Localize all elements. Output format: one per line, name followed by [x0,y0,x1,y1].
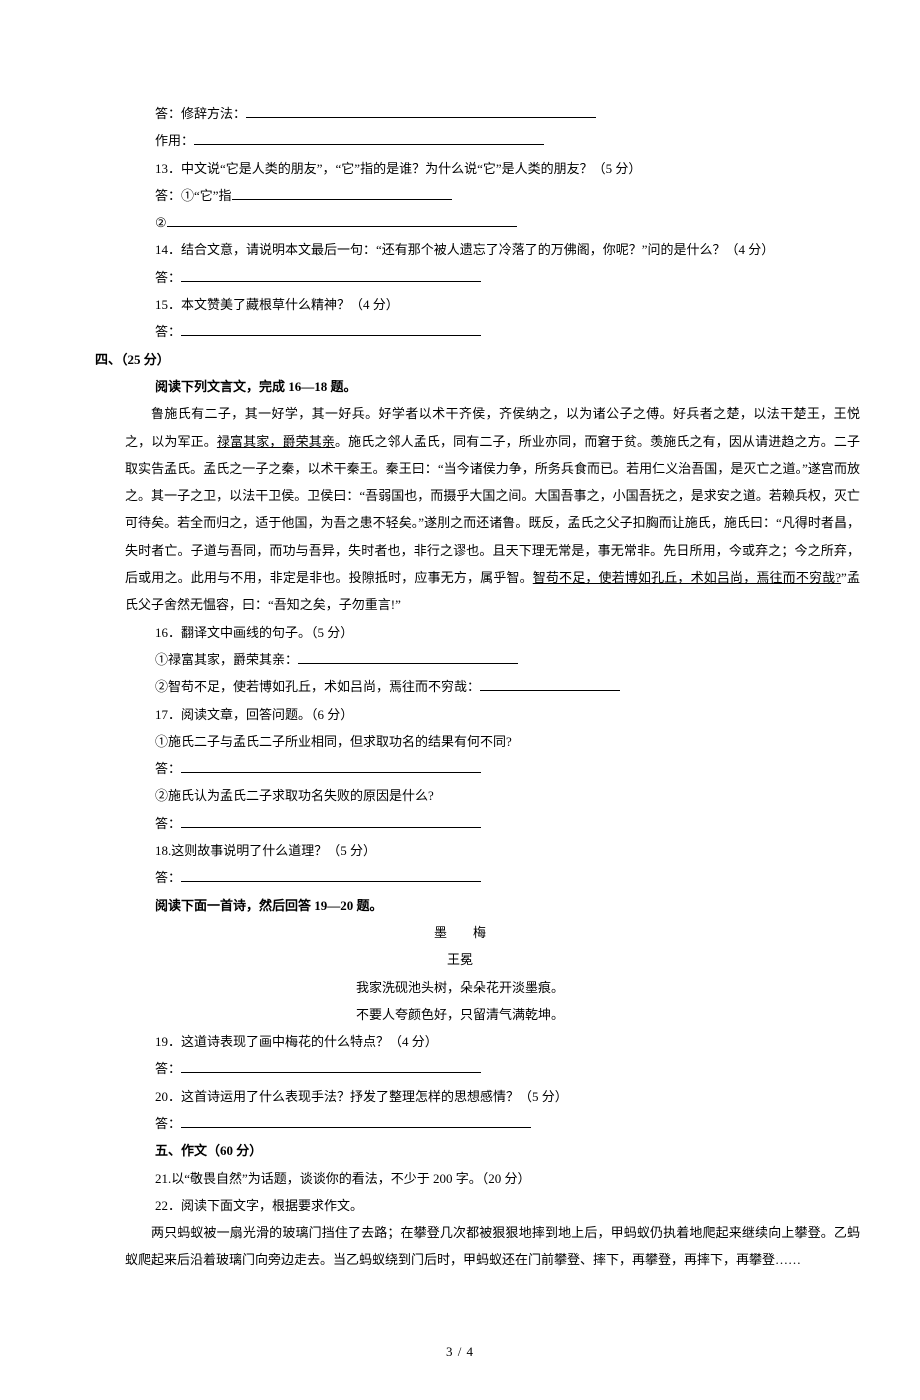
poem-title: 墨 梅 [60,919,860,946]
page-footer: 3 / 4 [60,1344,860,1360]
label: 答： [155,324,181,339]
blank-line [181,268,481,282]
poem-section-heading: 阅读下面一首诗，然后回答 19—20 题。 [60,892,860,919]
blank-line [181,759,481,773]
q17-answer-2: 答： [60,810,860,837]
q13-text: 13．中文说“它是人类的朋友”，“它”指的是谁？为什么说“它”是人类的朋友？（5… [60,155,860,182]
label: 答： [155,1116,181,1131]
q16-text: 16．翻译文中画线的句子。（5 分） [60,619,860,646]
document-page: 答：修辞方法： 作用： 13．中文说“它是人类的朋友”，“它”指的是谁？为什么说… [0,0,920,1400]
essay-prompt: 两只蚂蚁被一扇光滑的玻璃门挡住了去路；在攀登几次都被狠狠地摔到地上后，甲蚂蚁仍执… [60,1219,860,1274]
blank-line [181,1114,531,1128]
q15-text: 15．本文赞美了藏根草什么精神？（4 分） [60,291,860,318]
label: 作用： [155,133,194,148]
q22-text: 22．阅读下面文字，根据要求作文。 [60,1192,860,1219]
q20-text: 20．这首诗运用了什么表现手法？抒发了整理怎样的思想感情？（5 分） [60,1083,860,1110]
label: ①禄富其家，爵荣其亲： [155,652,298,667]
poem-author: 王冕 [60,946,860,973]
label: 答： [155,816,181,831]
q20-answer: 答： [60,1110,860,1137]
label: 答：①“它”指 [155,188,232,203]
blank-line [167,213,517,227]
q17-text: 17．阅读文章，回答问题。（6 分） [60,701,860,728]
q14-text: 14．结合文意，请说明本文最后一句：“还有那个被人遗忘了冷落了的万佛阁，你呢？”… [60,236,860,263]
underlined-2: 智苟不足，使若博如孔丘，术如吕尚，焉往而不穷哉? [533,570,841,585]
q17-sub2: ②施氏认为孟氏二子求取功名失败的原因是什么? [60,782,860,809]
q14-answer: 答： [60,264,860,291]
q18-answer: 答： [60,864,860,891]
q21-text: 21.以“敬畏自然”为话题，谈谈你的看法，不少于 200 字。（20 分） [60,1165,860,1192]
label: 答：修辞方法： [155,106,246,121]
q19-text: 19．这道诗表现了画中梅花的什么特点？（4 分） [60,1028,860,1055]
passage-part: 。施氏之邻人孟氏，同有二子，所业亦同，而窘于贫。羡施氏之有，因从请进趋之方。二子… [125,434,860,585]
q16-a1: ①禄富其家，爵荣其亲： [60,646,860,673]
blank-line [181,322,481,336]
label: 答： [155,870,181,885]
label: 答： [155,761,181,776]
blank-line [181,1059,481,1073]
underlined-1: 禄富其家，爵荣其亲 [217,434,335,449]
poem-line-2: 不要人夸颜色好，只留清气满乾坤。 [60,1001,860,1028]
q13-answer-1: 答：①“它”指 [60,182,860,209]
blank-line [232,186,452,200]
blank-line [298,650,518,664]
label: ② [155,215,167,230]
poem-line-1: 我家洗砚池头树，朵朵花开淡墨痕。 [60,974,860,1001]
section-4-subheading: 阅读下列文言文，完成 16—18 题。 [60,373,860,400]
blank-line [480,677,620,691]
q15-answer: 答： [60,318,860,345]
q12-answer-2: 作用： [60,127,860,154]
blank-line [181,868,481,882]
blank-line [246,104,596,118]
section-5-heading: 五、作文（60 分） [60,1137,860,1164]
classical-passage: 鲁施氏有二子，其一好学，其一好兵。好学者以术干齐侯，齐侯纳之，以为诸公子之傅。好… [60,400,860,618]
q17-sub1: ①施氏二子与孟氏二子所业相同，但求取功名的结果有何不同? [60,728,860,755]
label: 答： [155,270,181,285]
section-4-heading: 四、（25 分） [60,346,860,373]
q17-answer-1: 答： [60,755,860,782]
q13-answer-2: ② [60,209,860,236]
label: ②智苟不足，使若博如孔丘，术如吕尚，焉往而不穷哉： [155,679,480,694]
q18-text: 18.这则故事说明了什么道理？（5 分） [60,837,860,864]
q19-answer: 答： [60,1055,860,1082]
q16-a2: ②智苟不足，使若博如孔丘，术如吕尚，焉往而不穷哉： [60,673,860,700]
q12-answer-1: 答：修辞方法： [60,100,860,127]
blank-line [181,814,481,828]
blank-line [194,131,544,145]
label: 答： [155,1061,181,1076]
